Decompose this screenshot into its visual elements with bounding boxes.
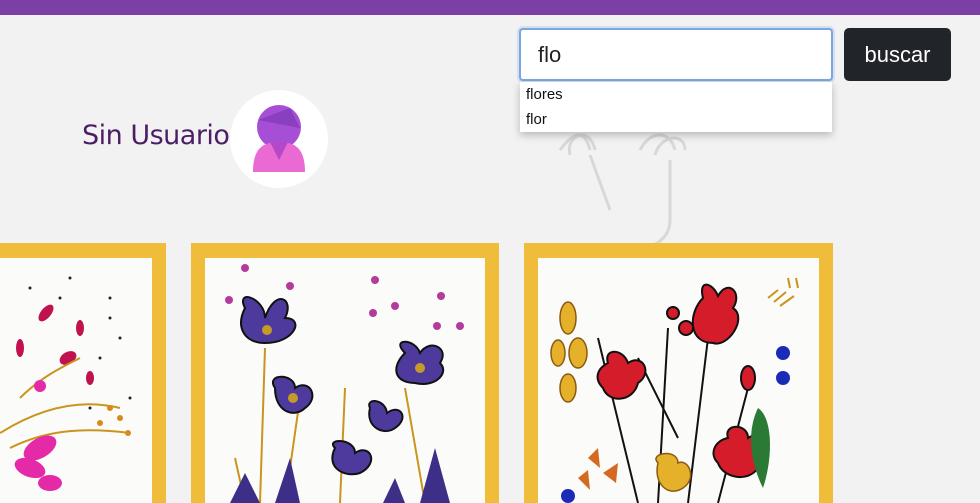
suggestion-item[interactable]: flores: [520, 82, 832, 107]
suggestion-item[interactable]: flor: [520, 107, 832, 132]
painting-image: [205, 258, 485, 503]
user-name: Sin Usuario: [82, 120, 230, 151]
painting-image: [538, 258, 819, 503]
avatar[interactable]: [230, 90, 328, 188]
gallery-card[interactable]: [191, 243, 499, 503]
gallery-card[interactable]: [524, 243, 833, 503]
painting-image: [0, 258, 152, 503]
search-button[interactable]: buscar: [844, 28, 951, 81]
top-bar: [0, 0, 980, 15]
user-avatar-icon: [253, 105, 305, 172]
search-suggestions: flores flor: [520, 82, 832, 132]
gallery-card[interactable]: [0, 243, 166, 503]
search-input[interactable]: [519, 28, 833, 81]
